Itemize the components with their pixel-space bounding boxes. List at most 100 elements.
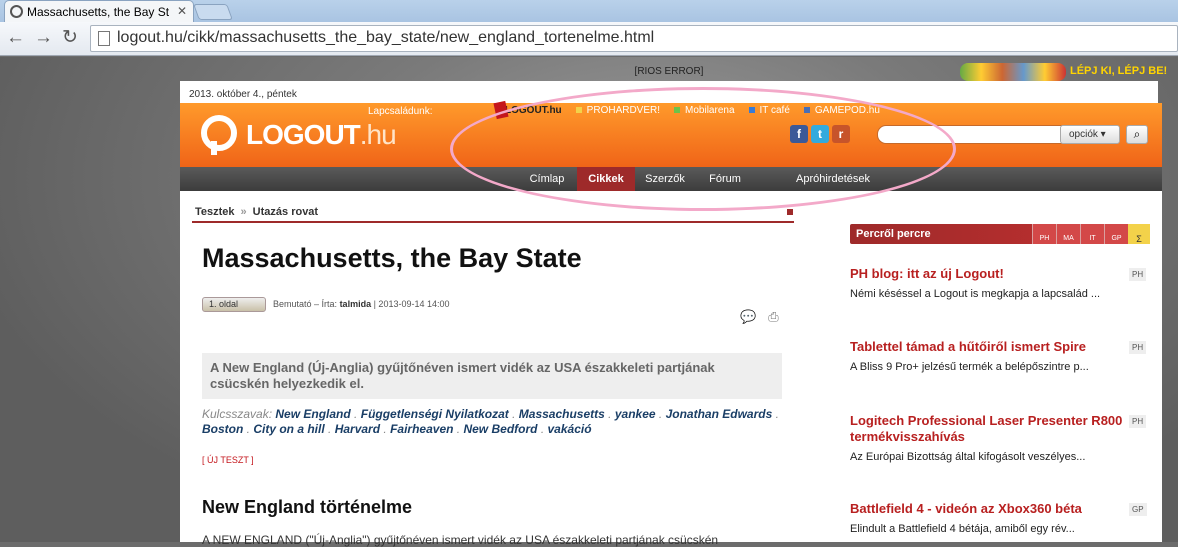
- breadcrumb-divider: [192, 221, 794, 223]
- breadcrumb-utazas[interactable]: Utazás rovat: [253, 206, 318, 218]
- keyword-link[interactable]: Massachusetts: [519, 407, 605, 421]
- breadcrumb-marker: [787, 209, 793, 215]
- new-test-link[interactable]: [ ÚJ TESZT ]: [202, 455, 254, 465]
- breadcrumb-tesztek[interactable]: Tesztek: [195, 206, 235, 218]
- news-tag: PH: [1129, 415, 1147, 428]
- keyword-link[interactable]: New England: [275, 407, 350, 421]
- logo-ring-icon: [201, 115, 237, 155]
- filter-ph[interactable]: PH: [1032, 224, 1056, 244]
- news-summary: Elindult a Battlefield 4 bétája, amiből …: [850, 523, 1075, 535]
- filter-ma[interactable]: MA: [1056, 224, 1080, 244]
- main-nav: Címlap Cikkek Szerzők Fórum Apróhirdetés…: [180, 167, 1162, 194]
- nav-forum[interactable]: Fórum: [696, 167, 754, 191]
- close-tab-icon[interactable]: ✕: [177, 4, 187, 18]
- breadcrumb-separator: »: [240, 206, 247, 218]
- filter-gp[interactable]: GP: [1104, 224, 1128, 244]
- keywords-label: Kulcsszavak:: [202, 407, 273, 421]
- facebook-icon[interactable]: f: [790, 125, 808, 143]
- logo-suffix: .hu: [359, 119, 397, 150]
- new-tab-button[interactable]: [193, 4, 233, 20]
- news-title[interactable]: Tablettel támad a hűtőiről ismert Spire: [850, 339, 1130, 355]
- site-logo[interactable]: LOGOUT.hu: [196, 113, 397, 159]
- keyword-link[interactable]: vakáció: [548, 422, 592, 436]
- breadcrumb: Tesztek » Utazás rovat: [195, 206, 318, 218]
- article-meta: Bemutató – Írta: talmida | 2013-09-14 14…: [273, 299, 450, 309]
- nav-cikkek[interactable]: Cikkek: [577, 167, 635, 194]
- sister-site-link[interactable]: LOGOUT.hu: [495, 105, 562, 116]
- page-icon: [98, 31, 110, 46]
- site-header: LOGOUT.hu Lapcsaládunk: LOGOUT.hu PROHARD…: [180, 103, 1162, 167]
- tab-strip: Massachusetts, the Bay St ✕: [0, 0, 1178, 22]
- keyword-link[interactable]: City on a hill: [253, 422, 324, 436]
- article-body: A NEW ENGLAND ("Új-Anglia") gyűjtőnéven …: [202, 533, 719, 547]
- article-actions: 💬 ⎙: [740, 309, 779, 325]
- site-square-icon: [803, 107, 810, 113]
- sister-sites: LOGOUT.hu PROHARDVER! Mobilarena IT café GAM…: [495, 103, 880, 117]
- browser-tab[interactable]: Massachusetts, the Bay St ✕: [4, 0, 194, 22]
- keyword-link[interactable]: New Bedford: [463, 422, 537, 436]
- right-ad-banner[interactable]: LÉPJ KI, LÉPJ BE!: [960, 61, 1167, 83]
- sister-site-link[interactable]: Mobilarena: [674, 105, 735, 116]
- keyword-link[interactable]: Függetlenségi Nyilatkozat: [361, 407, 509, 421]
- search-button[interactable]: ⌕: [1126, 125, 1148, 144]
- section-title: New England történelme: [202, 497, 413, 517]
- logo-text: LOGOUT: [246, 119, 361, 150]
- news-tag: PH: [1129, 268, 1147, 281]
- news-item[interactable]: Battlefield 4 - videón az Xbox360 béta E…: [850, 501, 1150, 535]
- site-square-icon: [674, 107, 681, 113]
- meta-date: | 2013-09-14 14:00: [373, 299, 450, 309]
- news-title[interactable]: Logitech Professional Laser Presenter R8…: [850, 413, 1130, 445]
- news-summary: Az Európai Bizottság által kifogásolt ve…: [850, 451, 1086, 463]
- date-bar: 2013. október 4., péntek: [180, 81, 1158, 103]
- sister-site-label: PROHARDVER!: [586, 104, 661, 116]
- ad-characters-image: [960, 63, 1066, 81]
- sister-site-link[interactable]: PROHARDVER!: [575, 104, 661, 116]
- filter-all[interactable]: Σ: [1128, 224, 1150, 244]
- nav-szerzok[interactable]: Szerzők: [638, 167, 692, 191]
- print-icon[interactable]: ⎙: [768, 309, 778, 325]
- site-square-icon: [575, 107, 582, 113]
- sister-site-label: IT café: [759, 104, 790, 116]
- keyword-link[interactable]: Fairheaven: [390, 422, 453, 436]
- family-label: Lapcsaládunk:: [368, 106, 433, 117]
- browser-toolbar: ← → ↻ logout.hu/cikk/massachusetts_the_b…: [0, 22, 1178, 56]
- news-summary: Némi késéssel a Logout is megkapja a lap…: [850, 288, 1101, 300]
- news-item[interactable]: PH blog: itt az új Logout! Némi késéssel…: [850, 266, 1150, 300]
- sister-site-label: LOGOUT.hu: [495, 105, 562, 116]
- rss-icon[interactable]: r: [832, 125, 850, 143]
- sister-site-link[interactable]: GAMEPOD.hu: [803, 105, 880, 116]
- minute-by-minute-header: Percről percre PH MA IT GP Σ: [850, 224, 1150, 244]
- main-content: Tesztek » Utazás rovat Massachusetts, the …: [180, 191, 1162, 547]
- sister-site-link[interactable]: IT café: [748, 104, 790, 116]
- sidebar-header-label: Percről percre: [856, 228, 931, 240]
- webpage: [RIOS ERROR] LÉPJ KI, LÉPJ BE! 2013. okt…: [0, 57, 1178, 547]
- nav-aprohirdetesek[interactable]: Apróhirdetések: [758, 167, 908, 191]
- keyword-link[interactable]: Jonathan Edwards: [666, 407, 773, 421]
- reload-icon[interactable]: ↻: [62, 28, 78, 48]
- news-item[interactable]: Tablettel támad a hűtőiről ismert Spire …: [850, 339, 1150, 373]
- meta-prefix: Bemutató – Írta:: [273, 299, 338, 309]
- article-lead: A New England (Új-Anglia) gyűjtőnéven is…: [202, 353, 782, 399]
- keyword-link[interactable]: Boston: [202, 422, 243, 436]
- keyword-link[interactable]: yankee: [615, 407, 656, 421]
- article-title: Massachusetts, the Bay State: [202, 243, 582, 273]
- forward-arrow-icon[interactable]: →: [34, 28, 53, 48]
- comment-icon[interactable]: 💬: [740, 309, 756, 325]
- news-tag: GP: [1129, 503, 1147, 516]
- back-arrow-icon[interactable]: ←: [6, 28, 25, 48]
- keyword-link[interactable]: Harvard: [335, 422, 380, 436]
- news-item[interactable]: Logitech Professional Laser Presenter R8…: [850, 413, 1150, 463]
- filter-it[interactable]: IT: [1080, 224, 1104, 244]
- news-summary: A Bliss 9 Pro+ jelzésű termék a belépősz…: [850, 361, 1089, 373]
- twitter-icon[interactable]: t: [811, 125, 829, 143]
- nav-cimlap[interactable]: Címlap: [520, 167, 574, 191]
- author-link[interactable]: talmida: [340, 299, 372, 309]
- news-title[interactable]: Battlefield 4 - videón az Xbox360 béta: [850, 501, 1130, 517]
- news-title[interactable]: PH blog: itt az új Logout!: [850, 266, 1130, 282]
- options-dropdown[interactable]: opciók ▾: [1060, 125, 1120, 144]
- page-selector-button[interactable]: 1. oldal: [202, 297, 266, 312]
- current-date: 2013. október 4., péntek: [189, 89, 297, 100]
- address-bar[interactable]: logout.hu/cikk/massachusetts_the_bay_sta…: [90, 25, 1178, 52]
- url-text: logout.hu/cikk/massachusetts_the_bay_sta…: [117, 29, 655, 46]
- search-input[interactable]: [877, 125, 1062, 144]
